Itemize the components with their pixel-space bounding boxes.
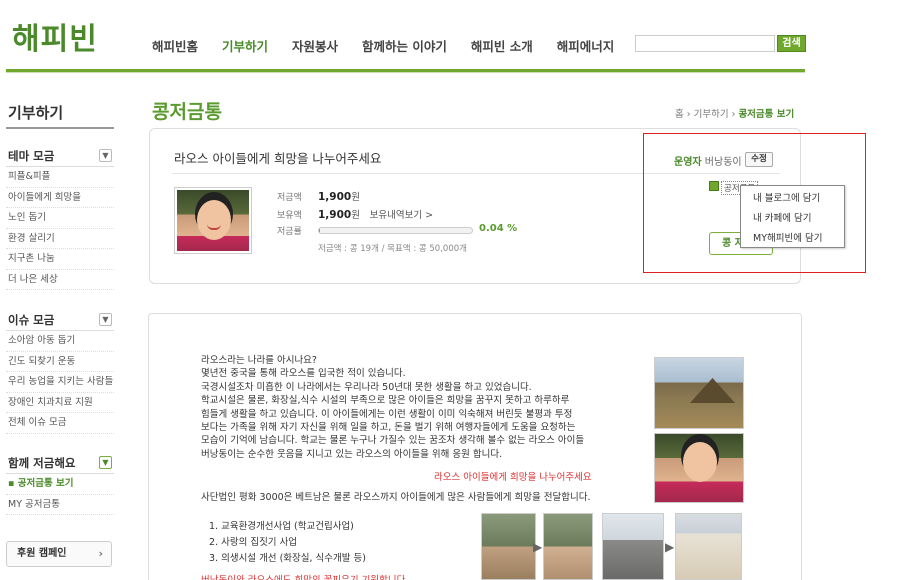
story-line: 버낭동이는 순수한 웃음을 지니고 있는 라오스의 아이들을 위해 응원 합니다… bbox=[201, 448, 503, 460]
sidebar-group-issue: 이슈 모금 ▼ 소아암 아동 돕기 긴도 되찾기 운동 우리 농업을 지키는 사… bbox=[6, 309, 114, 434]
story-highlight: 라오스 아이들에게 희망을 나누어주세요 bbox=[434, 472, 592, 483]
saved-value: 1,900원 bbox=[318, 191, 360, 203]
campaign-button[interactable]: 후원 캠페인 › bbox=[6, 541, 112, 567]
global-nav: 해피빈홈 기부하기 자원봉사 함께하는 이야기 해피빈 소개 해피에너지 bbox=[152, 36, 638, 55]
sidebar-item[interactable]: 장애인 치과치료 지원 bbox=[6, 393, 114, 413]
sidebar-item[interactable]: 노인 돕기 bbox=[6, 208, 114, 229]
list-item: 3. 의생시설 개선 (화장실, 식수개발 등) bbox=[209, 553, 366, 564]
nav-energy[interactable]: 해피에너지 bbox=[557, 36, 615, 55]
owned-value: 1,900원 보유내역보기 > bbox=[318, 209, 434, 221]
breadcrumb-home[interactable]: 홈 bbox=[675, 109, 684, 120]
story-line: 몇년전 중국을 통해 라오스를 입국한 적이 있습니다. bbox=[201, 368, 406, 380]
story-text: 라오스라는 나라를 아시나요? 몇년전 중국을 통해 라오스를 입국한 적이 있… bbox=[201, 354, 649, 461]
facility-photo-before bbox=[602, 513, 664, 580]
sidebar-item[interactable]: 전체 이슈 모금 bbox=[6, 413, 114, 434]
nav-donate[interactable]: 기부하기 bbox=[222, 36, 268, 55]
sidebar-group-header[interactable]: 이슈 모금 ▼ bbox=[6, 309, 114, 331]
sidebar-item[interactable]: 긴도 되찾기 운동 bbox=[6, 352, 114, 372]
sidebar-item-my-savings[interactable]: MY 공저금통 bbox=[6, 495, 114, 515]
owned-history-link[interactable]: 보유내역보기 > bbox=[370, 210, 433, 221]
nav-stories[interactable]: 함께하는 이야기 bbox=[362, 36, 447, 55]
breadcrumb-donate[interactable]: 기부하기 bbox=[694, 109, 729, 120]
story-line: 국경시설조차 미흡한 이 나라에서는 우리나라 50년대 못한 생활을 하고 있… bbox=[201, 381, 532, 393]
story-line: 보다는 가족을 위해 자기 자신을 위해 일을 하고, 돈을 벌기 위해 여행자… bbox=[201, 422, 576, 434]
savings-title: 라오스 아이들에게 희망을 나누어주세요 bbox=[174, 151, 382, 166]
highlight-box bbox=[643, 133, 866, 273]
sidebar-item[interactable]: 지구촌 나눔 bbox=[6, 249, 114, 270]
sidebar-item[interactable]: 더 나은 세상 bbox=[6, 270, 114, 290]
facility-photo-after bbox=[675, 513, 742, 580]
sidebar-group-header[interactable]: 테마 모금 ▼ bbox=[6, 145, 114, 167]
sidebar-item[interactable]: 우리 농업을 지키는 사람들 bbox=[6, 372, 114, 393]
search-input[interactable] bbox=[635, 35, 775, 52]
nav-about[interactable]: 해피빈 소개 bbox=[471, 36, 533, 55]
nav-volunteer[interactable]: 자원봉사 bbox=[292, 36, 338, 55]
sidebar-item[interactable]: 소아암 아동 돕기 bbox=[6, 331, 114, 352]
site-logo[interactable]: 해피빈 bbox=[12, 14, 98, 58]
sidebar-title-divider bbox=[6, 127, 114, 129]
sidebar-group-savings: 함께 저금해요 ▼ ▪ 공저금통 보기 MY 공저금통 bbox=[6, 452, 114, 515]
story-line: 학교시설은 물론, 화장실,식수 시설의 부족으로 많은 아이들은 희망을 꿈꾸… bbox=[201, 395, 570, 407]
rate-value: 0.04 % bbox=[479, 223, 518, 234]
story-line: 모습이 기억에 남습니다. 학교는 물론 누구나 가질수 있는 꿈조차 생각해 … bbox=[201, 435, 585, 447]
village-photo bbox=[654, 357, 744, 429]
sidebar-title: 기부하기 bbox=[8, 104, 64, 122]
sidebar-item[interactable]: 환경 살리기 bbox=[6, 229, 114, 249]
project-list: 1. 교육환경개선사업 (학교건립사업) 2. 사랑의 집짓기 사업 3. 의생… bbox=[209, 519, 366, 567]
savings-thumbnail bbox=[174, 187, 252, 254]
search-button[interactable]: 검색 bbox=[777, 35, 806, 52]
header-divider-light bbox=[6, 72, 805, 73]
story-line: 라오스라는 나라를 아시나요? bbox=[201, 355, 317, 366]
chevron-down-icon[interactable]: ▼ bbox=[99, 456, 112, 469]
sidebar-group-header[interactable]: 함께 저금해요 ▼ bbox=[6, 452, 114, 474]
arrow-right-icon: ▶ bbox=[665, 540, 675, 554]
list-item: 2. 사랑의 집짓기 사업 bbox=[209, 537, 298, 548]
children-photo-2 bbox=[543, 513, 593, 580]
girl-photo bbox=[654, 433, 744, 503]
progress-bar bbox=[318, 227, 473, 234]
story-closing: 버낭동이와 라오스에도 희망의 꽃피우기 기원합니다. bbox=[201, 572, 408, 580]
nav-home[interactable]: 해피빈홈 bbox=[152, 36, 198, 55]
breadcrumb: 홈 › 기부하기 › 콩저금통 보기 bbox=[675, 109, 795, 120]
sidebar-item[interactable]: 아이들에게 희망을 bbox=[6, 188, 114, 208]
list-item: 1. 교육환경개선사업 (학교건립사업) bbox=[209, 521, 354, 532]
chevron-down-icon[interactable]: ▼ bbox=[99, 313, 112, 326]
arrow-right-icon: ▶ bbox=[533, 540, 543, 554]
story-line: 힘들게 생활을 하고 있습니다. 이 아이들에게는 이런 생활이 이미 익숙해져… bbox=[201, 408, 573, 420]
rate-label: 저금률 bbox=[277, 227, 302, 237]
savings-summary: 저금액 : 콩 19개 / 목표액 : 콩 50,000개 bbox=[318, 244, 467, 254]
chevron-down-icon[interactable]: ▼ bbox=[99, 149, 112, 162]
saved-label: 저금액 bbox=[277, 193, 302, 203]
sidebar-group-theme: 테마 모금 ▼ 피플&피플 아이들에게 희망을 노인 돕기 환경 살리기 지구촌… bbox=[6, 145, 114, 290]
sidebar-item[interactable]: 피플&피플 bbox=[6, 167, 114, 188]
children-photo-1 bbox=[481, 513, 536, 580]
chevron-right-icon: › bbox=[98, 547, 103, 560]
page-title: 콩저금통 bbox=[152, 101, 222, 123]
sidebar-item-view-savings[interactable]: ▪ 공저금통 보기 bbox=[6, 474, 114, 495]
owned-label: 보유액 bbox=[277, 211, 302, 221]
breadcrumb-current: 콩저금통 보기 bbox=[738, 109, 795, 120]
story-org-line: 사단법인 평화 3000은 베트남은 물론 라오스까지 아이들에게 많은 사람들… bbox=[201, 492, 591, 503]
